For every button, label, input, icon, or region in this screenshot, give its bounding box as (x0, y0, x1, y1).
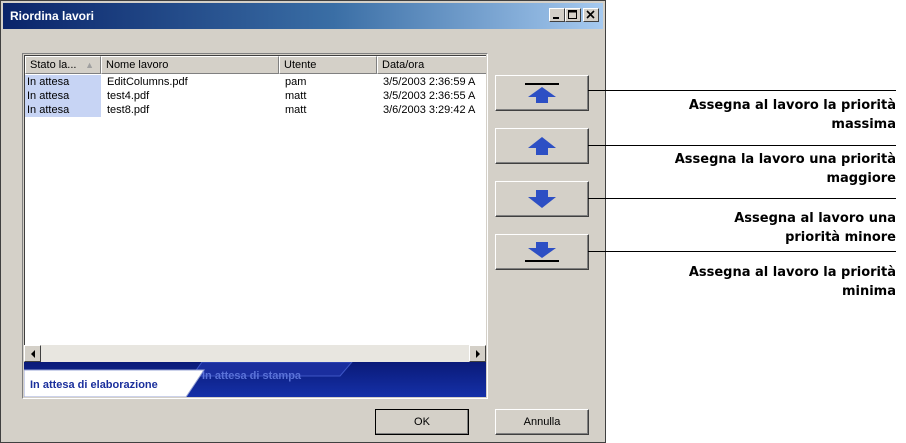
cell-job-name: test8.pdf (107, 104, 150, 116)
cell-status: In attesa (25, 89, 101, 103)
callout-higher-priority: Assegna la lavoro una priorità maggiore (674, 152, 896, 186)
callout-line-bottom (588, 251, 896, 252)
scroll-right-icon (475, 349, 480, 358)
maximize-icon (568, 10, 577, 19)
cell-status: In attesa (25, 75, 101, 89)
column-header-status[interactable]: Stato la... ▲ (25, 56, 101, 74)
tab-waiting-processing[interactable]: In attesa di elaborazione (30, 379, 158, 391)
arrow-to-bottom-icon (525, 242, 559, 262)
reorder-jobs-dialog: Riordina lavori Stato la... ▲ Nome lavor… (0, 0, 606, 443)
title-bar[interactable]: Riordina lavori (3, 3, 603, 29)
cell-status: In attesa (25, 103, 101, 117)
cell-date-time: 3/5/2003 2:36:55 A (383, 90, 476, 102)
priority-top-button[interactable] (495, 75, 589, 111)
callout-line-up (588, 145, 896, 146)
callout-bottom-priority: Assegna al lavoro la priorità minima (688, 265, 896, 299)
scroll-right-button[interactable] (469, 345, 486, 362)
table-row[interactable]: In attesa test4.pdf matt 3/5/2003 2:36:5… (25, 89, 486, 103)
ok-button[interactable]: OK (375, 409, 469, 435)
close-icon (586, 10, 595, 19)
callout-top-priority: Assegna al lavoro la priorità massima (688, 98, 896, 132)
column-header-job-name[interactable]: Nome lavoro (101, 56, 279, 74)
cell-user: pam (285, 76, 307, 88)
scroll-left-icon (30, 349, 35, 358)
cell-user: matt (285, 90, 307, 102)
cell-date-time: 3/5/2003 2:36:59 A (383, 76, 476, 88)
table-row[interactable]: In attesa EditColumns.pdf pam 3/5/2003 2… (25, 75, 486, 89)
callout-line-down (588, 198, 896, 199)
priority-bottom-button[interactable] (495, 234, 589, 270)
list-rows: In attesa EditColumns.pdf pam 3/5/2003 2… (25, 75, 486, 117)
callout-line-top (588, 90, 896, 91)
table-row[interactable]: In attesa test8.pdf matt 3/6/2003 3:29:4… (25, 103, 486, 117)
cancel-button[interactable]: Annulla (495, 409, 589, 435)
cell-user: matt (285, 104, 307, 116)
column-header-user[interactable]: Utente (279, 56, 377, 74)
priority-up-button[interactable] (495, 128, 589, 164)
minimize-button[interactable] (549, 8, 565, 22)
job-list-panel: Stato la... ▲ Nome lavoro Utente Data/or… (22, 53, 488, 399)
tab-waiting-print[interactable]: In attesa di stampa (202, 370, 301, 382)
window-title: Riordina lavori (10, 9, 95, 23)
horizontal-scrollbar[interactable] (24, 345, 486, 362)
job-list[interactable]: Stato la... ▲ Nome lavoro Utente Data/or… (24, 55, 486, 345)
maximize-button[interactable] (565, 8, 581, 22)
close-button[interactable] (583, 8, 599, 22)
cell-job-name: EditColumns.pdf (107, 76, 188, 88)
column-header-date-time[interactable]: Data/ora (377, 56, 486, 74)
sort-ascending-icon: ▲ (85, 60, 94, 70)
window-controls (549, 8, 599, 22)
arrow-to-top-icon (525, 83, 559, 103)
priority-down-button[interactable] (495, 181, 589, 217)
minimize-icon (553, 17, 559, 19)
cell-job-name: test4.pdf (107, 90, 150, 102)
arrow-down-icon (528, 190, 556, 208)
list-header: Stato la... ▲ Nome lavoro Utente Data/or… (25, 56, 486, 74)
cell-date-time: 3/6/2003 3:29:42 A (383, 104, 476, 116)
callout-lower-priority: Assegna al lavoro una priorità minore (734, 211, 896, 245)
tab-bar: In attesa di stampa In attesa di elabora… (24, 362, 486, 397)
arrow-up-icon (528, 137, 556, 155)
scroll-left-button[interactable] (24, 345, 41, 362)
